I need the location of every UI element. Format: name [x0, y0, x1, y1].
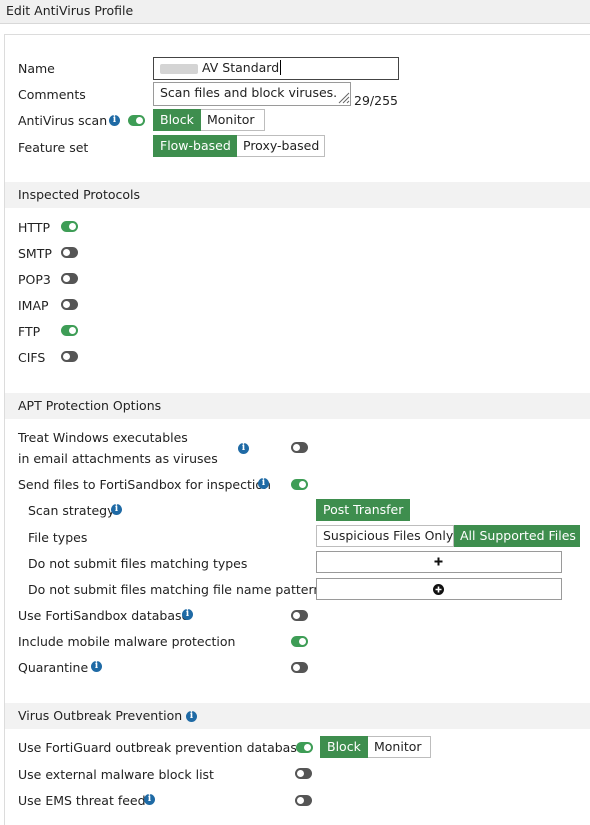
fortiguard-monitor-option[interactable]: Monitor [368, 736, 431, 758]
quarantine-label: Quarantine [18, 660, 89, 675]
protocol-label-cifs: CIFS [18, 350, 46, 365]
protocol-label-pop3: POP3 [18, 272, 51, 287]
info-icon[interactable]: i [109, 115, 120, 126]
ems-threat-feed-toggle[interactable] [295, 795, 312, 806]
dialog-title: Edit AntiVirus Profile [0, 0, 590, 24]
file-types-segmented: Suspicious Files Only All Supported File… [316, 525, 580, 547]
info-icon[interactable]: i [182, 609, 193, 620]
comments-counter: 29/255 [354, 93, 398, 108]
send-files-label: Send files to FortiSandbox for inspectio… [18, 477, 271, 492]
scan-strategy-segmented: Post Transfer [316, 499, 410, 521]
pop3-toggle[interactable] [61, 273, 78, 284]
scan-strategy-post-transfer-option[interactable]: Post Transfer [316, 499, 410, 521]
protocol-label-smtp: SMTP [18, 246, 52, 261]
section-apt-protection: APT Protection Options [5, 393, 590, 419]
resize-handle-icon[interactable] [338, 92, 350, 104]
protocol-label-imap: IMAP [18, 298, 49, 313]
fortiguard-outbreak-toggle[interactable] [296, 742, 313, 753]
mobile-malware-label: Include mobile malware protection [18, 634, 236, 649]
external-blocklist-toggle[interactable] [295, 768, 312, 779]
redacted-text [160, 63, 198, 74]
no-submit-patterns-label: Do not submit files matching file name p… [28, 582, 328, 597]
http-toggle[interactable] [61, 221, 78, 232]
info-icon[interactable]: i [111, 504, 122, 515]
treat-windows-toggle[interactable] [291, 442, 308, 453]
comments-textarea[interactable]: Scan files and block viruses. [153, 82, 351, 106]
av-scan-label: AntiVirus scan [18, 113, 108, 128]
text-cursor [280, 60, 286, 75]
smtp-toggle[interactable] [61, 247, 78, 258]
feature-set-proxy-option[interactable]: Proxy-based [237, 135, 325, 157]
name-value: AV Standard [202, 60, 280, 75]
file-types-label: File types [28, 530, 88, 545]
info-icon[interactable]: i [144, 794, 155, 805]
feature-set-label: Feature set [18, 140, 89, 155]
info-icon[interactable]: i [91, 661, 102, 672]
external-blocklist-label: Use external malware block list [18, 767, 214, 782]
protocol-label-http: HTTP [18, 220, 50, 235]
fortiguard-block-option[interactable]: Block [320, 736, 368, 758]
section-virus-outbreak: Virus Outbreak Prevention [5, 703, 590, 729]
send-files-toggle[interactable] [291, 479, 308, 490]
name-input[interactable]: AV Standard [153, 57, 399, 80]
treat-windows-label-line2: in email attachments as viruses [18, 451, 218, 466]
mobile-malware-toggle[interactable] [291, 636, 308, 647]
name-label: Name [18, 61, 55, 76]
imap-toggle[interactable] [61, 299, 78, 310]
plus-icon [434, 557, 443, 566]
ems-threat-feed-label: Use EMS threat feed [18, 793, 146, 808]
quarantine-toggle[interactable] [291, 662, 308, 673]
info-icon[interactable]: i [238, 443, 249, 454]
ftp-toggle[interactable] [61, 325, 78, 336]
outbreak-title: Virus Outbreak Prevention [18, 708, 183, 723]
fortiguard-action-segmented: Block Monitor [320, 736, 431, 758]
file-types-all-supported-option[interactable]: All Supported Files [454, 525, 580, 547]
info-icon[interactable]: i [258, 478, 269, 489]
feature-set-flow-option[interactable]: Flow-based [153, 135, 237, 157]
comments-label: Comments [18, 87, 86, 102]
scan-strategy-label: Scan strategy [28, 503, 115, 518]
sandbox-db-label: Use FortiSandbox database [18, 608, 190, 623]
file-types-suspicious-option[interactable]: Suspicious Files Only [316, 525, 454, 547]
fortiguard-outbreak-label: Use FortiGuard outbreak prevention datab… [18, 740, 305, 755]
sandbox-db-toggle[interactable] [291, 610, 308, 621]
av-scan-block-option[interactable]: Block [153, 109, 201, 131]
cifs-toggle[interactable] [61, 351, 78, 362]
av-scan-monitor-option[interactable]: Monitor [201, 109, 265, 131]
no-submit-types-label: Do not submit files matching types [28, 556, 248, 571]
plus-circle-icon [433, 584, 444, 595]
section-inspected-protocols: Inspected Protocols [5, 182, 590, 208]
info-icon[interactable]: i [186, 711, 197, 722]
feature-set-segmented: Flow-based Proxy-based [153, 135, 325, 157]
av-scan-toggle[interactable] [128, 115, 145, 126]
treat-windows-label-line1: Treat Windows executables [18, 430, 188, 445]
protocol-label-ftp: FTP [18, 324, 41, 339]
av-scan-segmented: Block Monitor [153, 109, 265, 131]
no-submit-patterns-input[interactable] [316, 578, 562, 600]
comments-value: Scan files and block viruses. [160, 85, 338, 100]
no-submit-types-input[interactable] [316, 551, 562, 573]
